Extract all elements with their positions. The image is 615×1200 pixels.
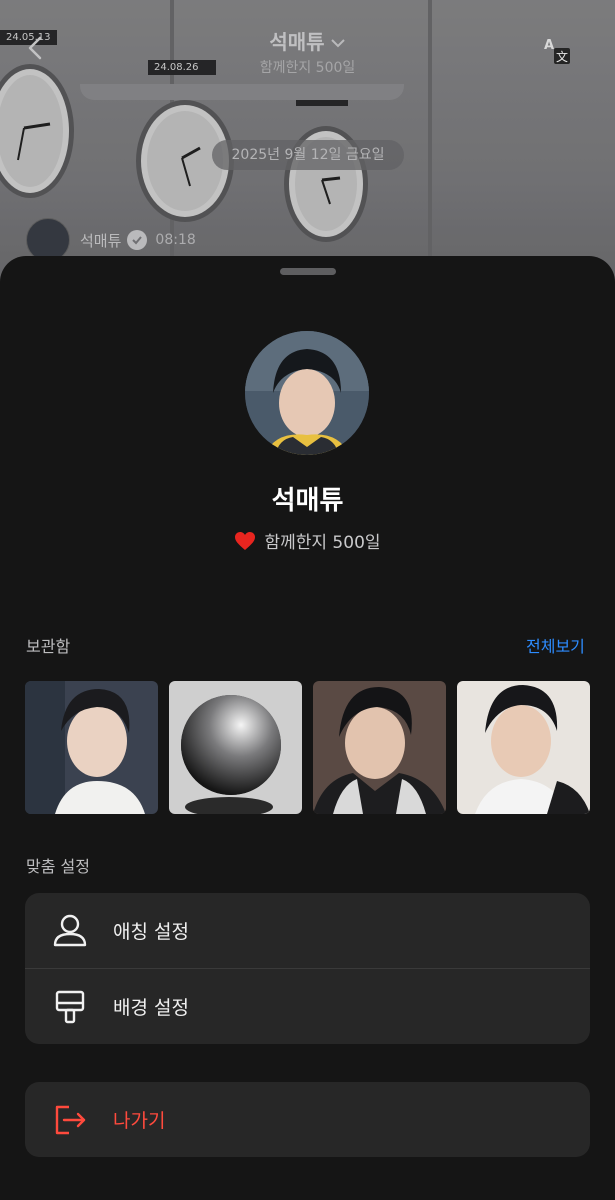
background-setting-label: 배경 설정 [113, 997, 189, 1019]
storage-thumbnail[interactable] [457, 681, 590, 814]
exit-button[interactable]: 나가기 [25, 1082, 590, 1157]
nickname-setting-row[interactable]: 애칭 설정 [25, 893, 590, 968]
photo-thumbnail [25, 681, 158, 814]
dim-overlay[interactable] [0, 0, 615, 300]
together-text: 함께한지 500일 [264, 533, 381, 553]
photo-thumbnail [313, 681, 446, 814]
exit-card: 나가기 [25, 1082, 590, 1157]
storage-thumbnails [25, 681, 590, 814]
paint-brush-icon [55, 990, 85, 1023]
storage-thumbnail[interactable] [313, 681, 446, 814]
profile-name: 석매튜 [271, 486, 344, 516]
storage-thumbnail[interactable] [25, 681, 158, 814]
profile-sheet: 석매튜 함께한지 500일 보관함 전체보기 맞춤 설정 애칭 설정 배경 설정… [0, 256, 615, 1200]
storage-title: 보관함 [26, 637, 71, 656]
see-all-link[interactable]: 전체보기 [526, 633, 585, 657]
profile-photo [245, 331, 369, 455]
exit-label: 나가기 [113, 1110, 166, 1132]
storage-thumbnail[interactable] [169, 681, 302, 814]
nickname-setting-label: 애칭 설정 [113, 921, 189, 943]
sheet-handle[interactable] [280, 268, 336, 275]
photo-thumbnail [169, 681, 302, 814]
background-setting-row[interactable]: 배경 설정 [25, 968, 590, 1044]
custom-settings-title: 맞춤 설정 [26, 857, 90, 876]
profile-avatar[interactable] [245, 331, 369, 455]
exit-icon [55, 1105, 86, 1134]
together-days: 함께한지 500일 [0, 528, 615, 553]
custom-settings-card: 애칭 설정 배경 설정 [25, 893, 590, 1044]
person-icon [53, 914, 87, 946]
photo-thumbnail [457, 681, 590, 814]
chat-background: 24.05.13 24.08.26 석매튜 함께한지 500일 A 文 2025… [0, 0, 615, 300]
heart-icon [235, 531, 256, 550]
